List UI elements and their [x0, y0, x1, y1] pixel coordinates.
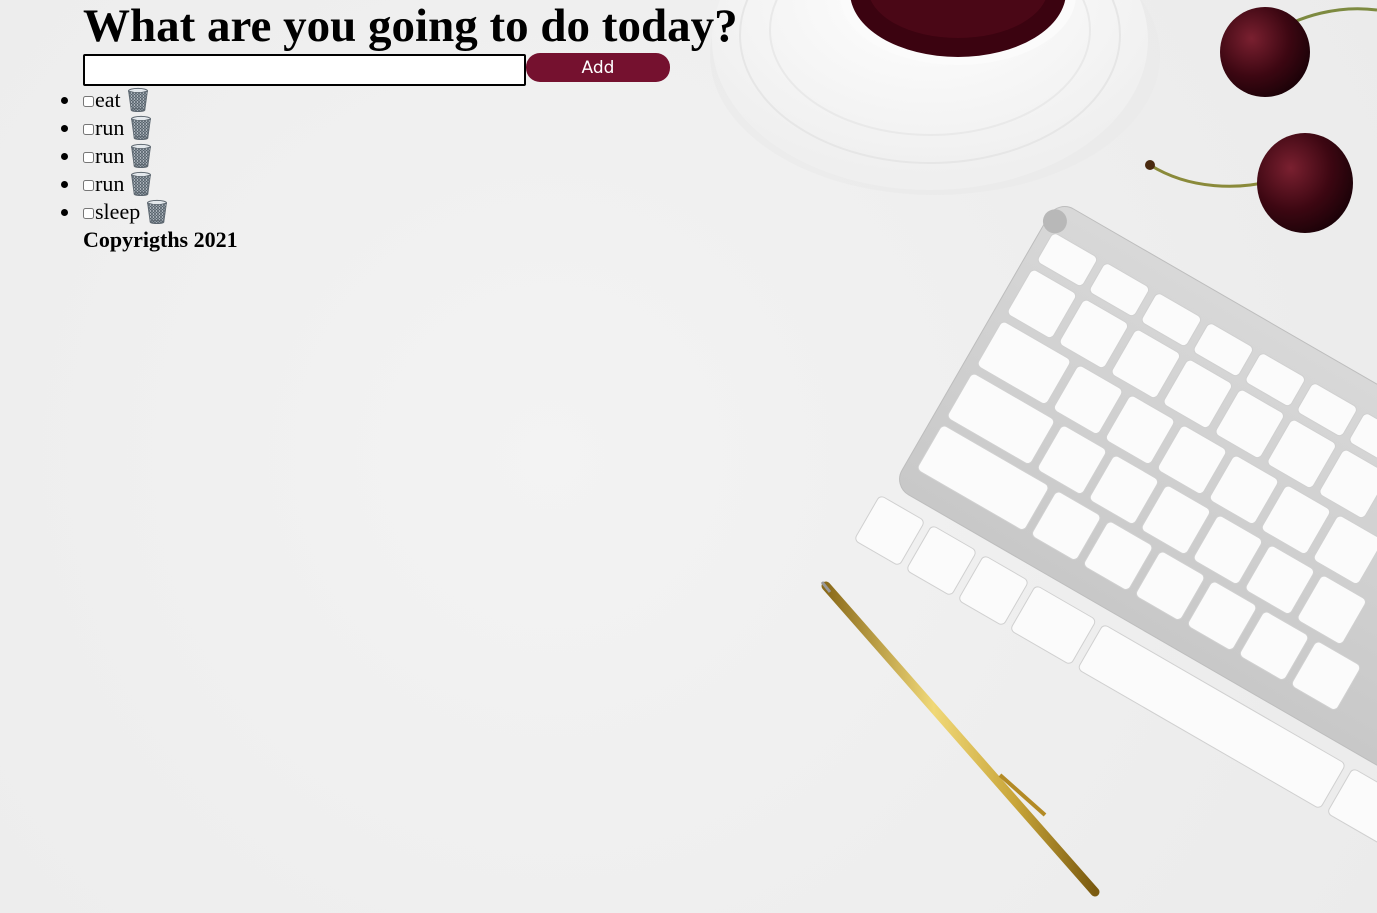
keyboard-icon	[899, 206, 1377, 790]
page-title: What are you going to do today?	[83, 0, 738, 52]
coffee-cup-icon	[710, 0, 1160, 195]
task-input[interactable]	[83, 54, 526, 86]
todo-checkbox[interactable]	[83, 207, 94, 219]
todo-item: eat	[61, 86, 738, 114]
app-root: What are you going to do today? Add eat	[0, 0, 1377, 913]
trash-icon[interactable]	[130, 171, 152, 197]
todo-item: run	[61, 142, 738, 170]
todo-checkbox[interactable]	[83, 123, 94, 135]
todo-checkbox[interactable]	[83, 151, 94, 163]
todo-label: run	[95, 143, 125, 168]
todo-label: run	[95, 171, 125, 196]
todo-label: run	[95, 115, 125, 140]
todo-app: What are you going to do today? Add eat	[61, 0, 738, 255]
list-bullet	[61, 97, 68, 104]
todo-list: eat run run run sleep	[61, 86, 738, 226]
list-bullet	[61, 209, 68, 216]
todo-checkbox[interactable]	[83, 95, 94, 107]
trash-icon[interactable]	[130, 143, 152, 169]
todo-label: sleep	[95, 199, 141, 224]
footer-copyright: Copyrigths 2021	[83, 227, 238, 252]
todo-item: run	[61, 170, 738, 198]
todo-item: sleep	[61, 198, 738, 226]
cherries-icon	[1145, 7, 1377, 233]
list-bullet	[61, 153, 68, 160]
todo-checkbox[interactable]	[83, 179, 94, 191]
todo-item: run	[61, 114, 738, 142]
add-button[interactable]: Add	[526, 53, 670, 82]
trash-icon[interactable]	[146, 199, 168, 225]
list-bullet	[61, 125, 68, 132]
list-bullet	[61, 181, 68, 188]
trash-icon[interactable]	[130, 115, 152, 141]
add-task-form: Add	[83, 52, 738, 86]
trash-icon[interactable]	[127, 87, 149, 113]
todo-label: eat	[95, 87, 121, 112]
